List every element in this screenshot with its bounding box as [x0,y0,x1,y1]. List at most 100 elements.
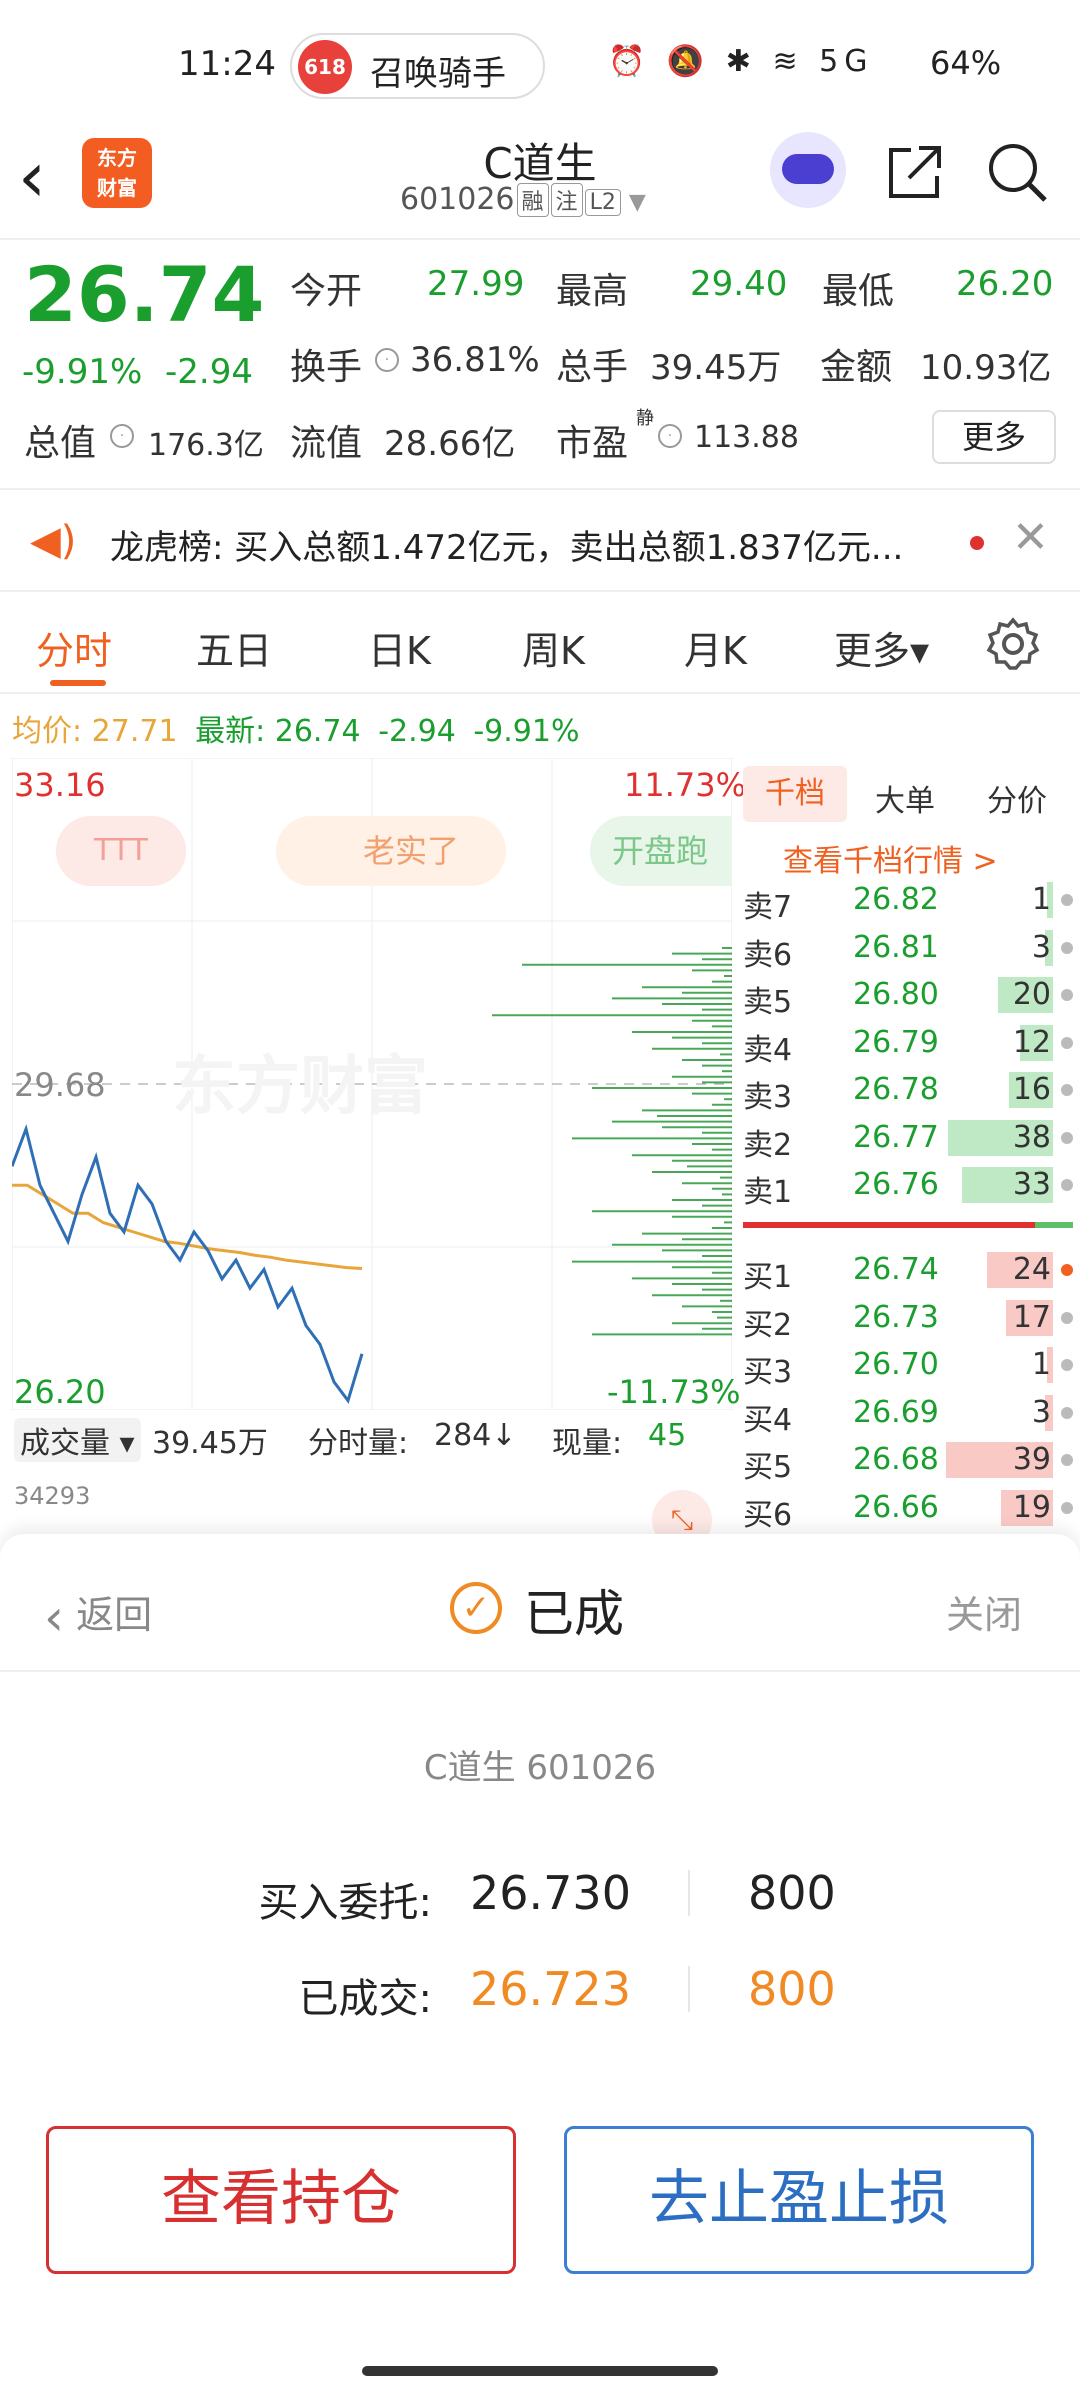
bid-volume: 17 [1012,1299,1051,1335]
ask-row[interactable]: 卖1 26.76 33 [743,1163,1073,1210]
bid-dot [1061,1264,1073,1276]
avg-value: 27.71 [91,714,178,749]
gear-icon[interactable] [985,616,1041,672]
search-icon[interactable] [985,140,1049,204]
close-icon[interactable]: ✕ [1012,512,1049,563]
news-text[interactable]: 龙虎榜: 买入总额1.472亿元，卖出总额1.837亿元... [110,520,940,569]
share-icon[interactable] [885,142,945,202]
ask-volume: 20 [1012,977,1051,1012]
bid-level-label: 买4 [743,1402,793,1438]
stop-loss-button[interactable]: 去止盈止损 [564,2126,1034,2274]
ask-price: 26.78 [853,1072,939,1107]
avg-label: 均价: [12,714,83,749]
dialog-back-label: 返回 [76,1593,153,1637]
ask-row[interactable]: 卖7 26.82 1 [743,878,1073,925]
ask-dot [1061,1131,1073,1144]
more-quote-button[interactable]: 更多 [932,410,1056,464]
bid-level-label: 买6 [743,1497,793,1533]
bid-price: 26.68 [853,1442,939,1477]
chip-honest[interactable]: 老实了 [276,816,506,886]
ob-tab-big[interactable]: 大单 [875,776,935,820]
bid-price: 26.66 [853,1489,939,1525]
order-filled-sheet: ‹ 返回 ✓ 已成 关闭 C道生 601026 买入委托: 26.730 800… [0,1534,1080,2400]
assistant-robot-icon[interactable] [770,132,846,208]
volume-value: 39.45万 [650,348,782,388]
tab-five-day[interactable]: 五日 [196,620,272,675]
tab-daily-k[interactable]: 日K [368,620,431,675]
tick-volume: 284↓ [434,1418,517,1453]
mktcap-label: 总值 [24,423,97,464]
chip-open-run[interactable]: 开盘跑 [590,816,732,886]
ask-level-label: 卖4 [743,1032,793,1068]
bid-level-label: 买2 [743,1307,793,1343]
home-indicator[interactable] [362,2366,718,2376]
volume-bar: 成交量 ▾ 39.45万 分时量: 284↓ 现量: 45 34293 ⤡ [12,1412,732,1550]
order-qty: 800 [748,1866,836,1920]
bid-row[interactable]: 买5 26.68 39 [743,1438,1073,1485]
check-circle-icon: ✓ [450,1582,502,1634]
tab-monthly-k[interactable]: 月K [684,620,747,675]
high-value: 29.40 [690,264,788,304]
fill-price: 26.723 [470,1962,631,2016]
change-amount: -2.94 [165,352,253,392]
back-icon[interactable]: ‹ [18,142,78,222]
low-value: 26.20 [956,264,1054,304]
current-price: 26.74 [24,250,265,339]
order-row: 买入委托: 26.730 800 [0,1864,1080,1934]
tab-intraday[interactable]: 分时 [36,620,112,675]
tab-weekly-k[interactable]: 周K [522,620,585,675]
axis-top-price: 33.16 [14,766,106,804]
order-price: 26.730 [470,1866,631,1920]
bid-row[interactable]: 买1 26.74 24 [743,1248,1073,1295]
dialog-back-button[interactable]: ‹ 返回 [44,1584,152,1647]
volume-select[interactable]: 成交量 ▾ [14,1418,141,1462]
ask-volume: 1 [1031,882,1051,917]
mktcap-info-icon[interactable]: · [110,424,134,448]
ask-volume: 16 [1012,1072,1051,1107]
order-book: 千档 大单 分价 查看千档行情 > 卖7 26.82 1 卖6 26.81 3 卖5 26.8… [735,758,1080,1533]
notification-text: 召唤骑手 [370,54,506,94]
ask-row[interactable]: 卖5 26.80 20 [743,973,1073,1020]
status-time: 11:24 [178,44,276,84]
stock-code-row[interactable]: 601026 融注 L2 ▼ [400,182,646,217]
latest-label: 最新: [195,714,266,749]
bid-level-label: 买3 [743,1355,793,1390]
pe-value: 113.88 [694,420,799,455]
unread-dot [970,536,984,550]
ask-volume: 3 [1031,929,1051,965]
volume-label: 总手 [556,347,629,388]
mktcap-value: 176.3亿 [148,428,264,463]
ask-row[interactable]: 卖2 26.77 38 [743,1116,1073,1163]
tab-more[interactable]: 更多▾ [834,620,929,675]
news-banner[interactable]: ◀) 龙虎榜: 买入总额1.472亿元，卖出总额1.837亿元... ✕ [0,488,1080,592]
open-value: 27.99 [427,264,525,304]
ob-tab-thousand[interactable]: 千档 [743,766,847,822]
turnover-label: 换手 [290,347,363,388]
dialog-close-button[interactable]: 关闭 [946,1584,1022,1639]
tag-margin: 融 [516,183,549,217]
pe-info-icon[interactable]: · [658,424,682,448]
bid-dot [1061,1454,1073,1466]
volume-total: 39.45万 [152,1426,268,1461]
ask-row[interactable]: 卖4 26.79 12 [743,1021,1073,1068]
amount-value: 10.93亿 [920,348,1052,388]
turnover-info-icon[interactable]: · [375,348,399,372]
fill-qty: 800 [748,1962,836,2016]
notification-pill[interactable]: 618 召唤骑手 [290,33,545,99]
bid-row[interactable]: 买6 26.66 19 [743,1486,1073,1533]
intraday-chart[interactable]: 东方财富 33.16 29.68 26.20 11.73% -11.73% TT… [10,757,746,1411]
view-position-button[interactable]: 查看持仓 [46,2126,516,2274]
ob-detail-link[interactable]: 查看千档行情 > [783,836,998,880]
ask-row[interactable]: 卖6 26.81 3 [743,926,1073,973]
bid-row[interactable]: 买2 26.73 17 [743,1296,1073,1343]
bid-row[interactable]: 买3 26.70 1 [743,1343,1073,1390]
chip-ttt[interactable]: TTT [56,816,186,886]
ob-tab-price[interactable]: 分价 [987,776,1047,820]
ask-level-label: 卖7 [743,890,793,925]
ask-row[interactable]: 卖3 26.78 16 [743,1068,1073,1115]
active-tab-indicator [50,680,106,686]
bid-row[interactable]: 买4 26.69 3 [743,1391,1073,1438]
ask-dot [1061,1036,1073,1049]
ask-level-label: 卖5 [743,985,793,1020]
ask-price: 26.82 [853,882,939,917]
